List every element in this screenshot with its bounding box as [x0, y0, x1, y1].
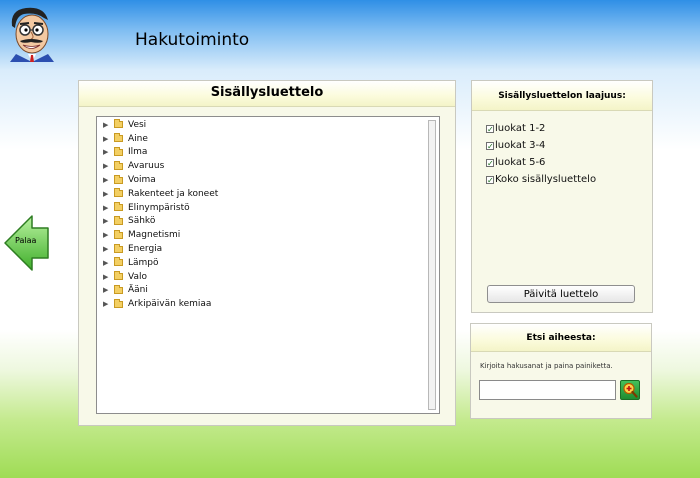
tree-list: ▶ Vesi ▶ Aine ▶ Ilma ▶ Avaruus ▶ Voima ▶ Rakenteet … [103, 118, 218, 311]
expand-arrow-icon[interactable]: ▶ [103, 231, 113, 239]
tree-item[interactable]: ▶ Lämpö [103, 256, 218, 270]
folder-icon [114, 257, 123, 267]
tree-item[interactable]: ▶ Aine [103, 132, 218, 146]
tree-item[interactable]: ▶ Sähkö [103, 215, 218, 229]
checkbox[interactable]: ✓ [486, 158, 494, 167]
update-list-button[interactable]: Päivitä luettelo [487, 285, 635, 303]
scope-option-label: Koko sisällysluettelo [495, 174, 597, 185]
tree-item[interactable]: ▶ Energia [103, 242, 218, 256]
expand-arrow-icon[interactable]: ▶ [103, 148, 113, 156]
folder-icon [114, 298, 123, 308]
folder-icon [114, 133, 123, 143]
folder-icon [114, 146, 123, 156]
tree-item-label: Magnetismi [128, 230, 181, 241]
expand-arrow-icon[interactable]: ▶ [103, 286, 113, 294]
tree-item-label: Energia [128, 244, 163, 255]
folder-icon [114, 174, 123, 184]
expand-arrow-icon[interactable]: ▶ [103, 273, 113, 281]
tree-item[interactable]: ▶ Rakenteet ja koneet [103, 187, 218, 201]
folder-icon [114, 188, 123, 198]
search-input[interactable] [479, 380, 616, 400]
folder-icon [114, 271, 123, 281]
toc-title: Sisällysluettelo [79, 81, 455, 107]
expand-arrow-icon[interactable]: ▶ [103, 121, 113, 129]
folder-icon [114, 229, 123, 239]
page-title: Hakutoiminto [135, 30, 250, 50]
tree-item[interactable]: ▶ Vesi [103, 118, 218, 132]
tree-item-label: Ilma [128, 147, 148, 158]
toc-panel: Sisällysluettelo ▶ Vesi ▶ Aine ▶ Ilma ▶ Avaruus… [78, 80, 456, 426]
folder-icon [114, 284, 123, 294]
tree-item-label: Lämpö [128, 257, 159, 268]
folder-icon [114, 215, 123, 225]
tree-item[interactable]: ▶ Ääni [103, 284, 218, 298]
expand-arrow-icon[interactable]: ▶ [103, 176, 113, 184]
tree-item-label: Sähkö [128, 216, 156, 227]
tree-scrollbar[interactable] [428, 120, 436, 410]
scope-option-label: luokat 5-6 [495, 157, 546, 168]
expand-arrow-icon[interactable]: ▶ [103, 259, 113, 267]
scope-panel: Sisällysluettelon laajuus: ✓ luokat 1-2 ✓ l… [471, 80, 653, 313]
expand-arrow-icon[interactable]: ▶ [103, 162, 113, 170]
expand-arrow-icon[interactable]: ▶ [103, 135, 113, 143]
tree-item[interactable]: ▶ Magnetismi [103, 228, 218, 242]
search-title: Etsi aiheesta: [471, 324, 651, 352]
expand-arrow-icon[interactable]: ▶ [103, 245, 113, 253]
magnifier-plus-icon [623, 382, 638, 398]
search-hint: Kirjoita hakusanat ja paina painiketta. [480, 362, 613, 370]
scope-option[interactable]: ✓ luokat 5-6 [486, 154, 596, 171]
tree-item-label: Ääni [128, 285, 148, 296]
scope-option-label: luokat 1-2 [495, 123, 546, 134]
scope-option-label: luokat 3-4 [495, 140, 546, 151]
tree-item[interactable]: ▶ Elinympäristö [103, 201, 218, 215]
folder-icon [114, 243, 123, 253]
tree-item-label: Elinympäristö [128, 202, 190, 213]
scope-option[interactable]: ✓ Koko sisällysluettelo [486, 171, 596, 188]
tree-item[interactable]: ▶ Voima [103, 173, 218, 187]
expand-arrow-icon[interactable]: ▶ [103, 217, 113, 225]
search-button[interactable] [620, 380, 640, 400]
tree-item[interactable]: ▶ Valo [103, 270, 218, 284]
tree-item-label: Vesi [128, 119, 147, 130]
expand-arrow-icon[interactable]: ▶ [103, 300, 113, 308]
tree-item-label: Avaruus [128, 161, 165, 172]
tree-item-label: Valo [128, 271, 147, 282]
tree-item[interactable]: ▶ Avaruus [103, 159, 218, 173]
checkbox[interactable]: ✓ [486, 175, 494, 184]
tree-item[interactable]: ▶ Arkipäivän kemiaa [103, 297, 218, 311]
folder-icon [114, 119, 123, 129]
scope-options: ✓ luokat 1-2 ✓ luokat 3-4 ✓ luokat 5-6 ✓ Koko s… [486, 120, 596, 188]
search-panel: Etsi aiheesta: Kirjoita hakusanat ja pai… [470, 323, 652, 419]
checkbox[interactable]: ✓ [486, 124, 494, 133]
scope-option[interactable]: ✓ luokat 3-4 [486, 137, 596, 154]
toc-tree[interactable]: ▶ Vesi ▶ Aine ▶ Ilma ▶ Avaruus ▶ Voima ▶ Rakenteet … [96, 116, 440, 414]
back-button-label[interactable]: Palaa [15, 236, 36, 245]
expand-arrow-icon[interactable]: ▶ [103, 204, 113, 212]
tree-item-label: Rakenteet ja koneet [128, 188, 219, 199]
expand-arrow-icon[interactable]: ▶ [103, 190, 113, 198]
tree-item[interactable]: ▶ Ilma [103, 146, 218, 160]
scope-option[interactable]: ✓ luokat 1-2 [486, 120, 596, 137]
tree-item-label: Voima [128, 175, 156, 186]
folder-icon [114, 160, 123, 170]
scope-title: Sisällysluettelon laajuus: [472, 81, 652, 111]
tree-item-label: Aine [128, 133, 148, 144]
folder-icon [114, 202, 123, 212]
logo-cartoon-face [10, 7, 54, 62]
checkbox[interactable]: ✓ [486, 141, 494, 150]
tree-item-label: Arkipäivän kemiaa [128, 299, 212, 310]
